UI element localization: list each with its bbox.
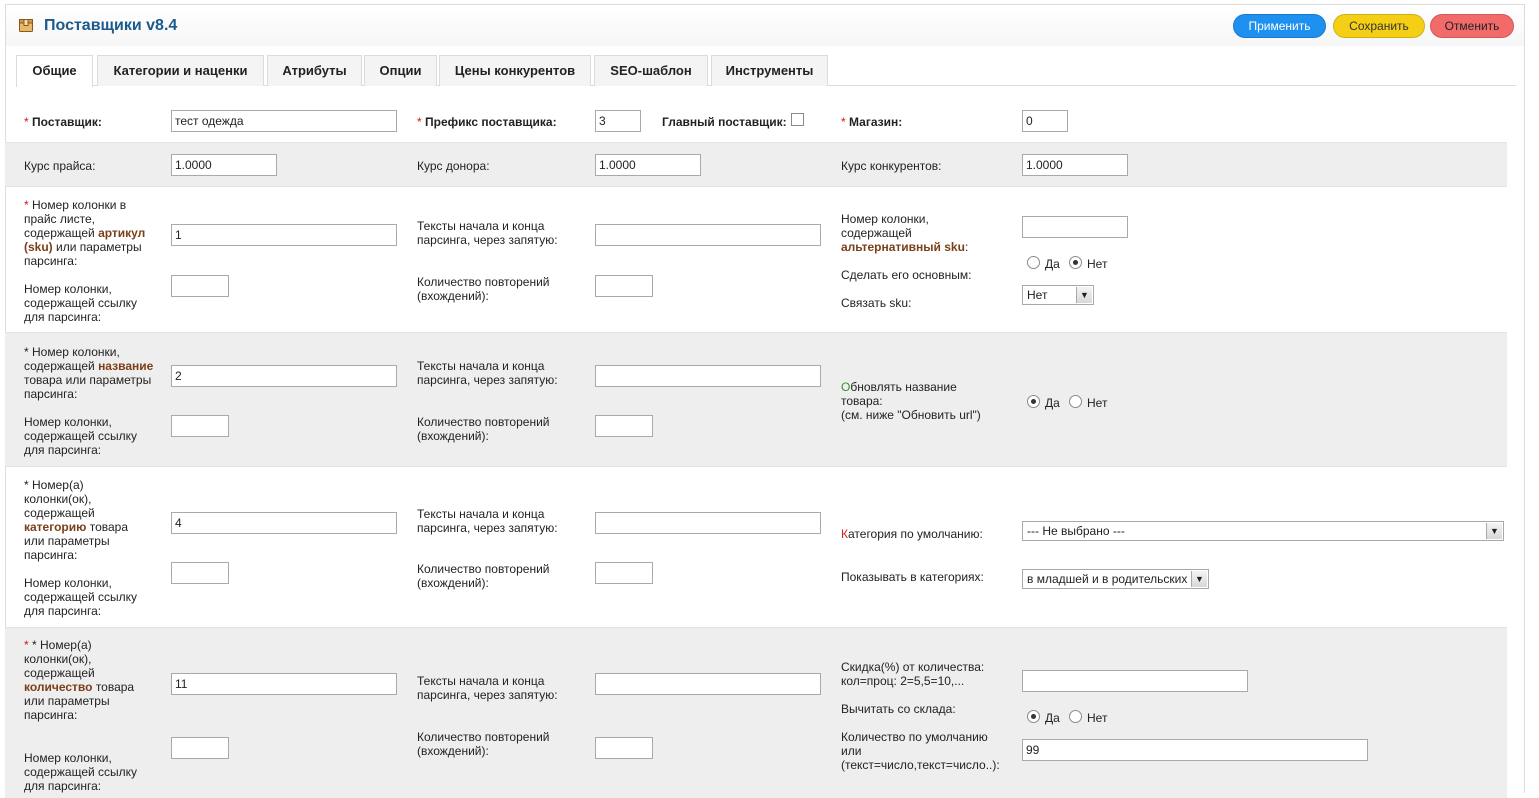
supplier-prefix-label: * Префикс поставщика: — [417, 115, 557, 129]
quantity-column-input[interactable] — [171, 673, 397, 695]
tab-categories-markups[interactable]: Категории и наценки — [97, 55, 264, 86]
alt-sku-column-label: Номер колонки, содержащей альтернативный… — [841, 212, 969, 254]
quantity-repeat-count-input[interactable] — [595, 737, 653, 759]
subtract-stock-no-label: Нет — [1087, 711, 1108, 725]
name-repeat-count-input[interactable] — [595, 415, 653, 437]
sku-parse-texts-input[interactable] — [595, 224, 821, 246]
quantity-parse-texts-input[interactable] — [595, 673, 821, 695]
name-parse-texts-input[interactable] — [595, 365, 821, 387]
price-rate-label: Курс прайса: — [24, 159, 96, 173]
supplier-label: * Поставщик: — [24, 115, 102, 129]
subtract-stock-label: Вычитать со склада: — [841, 702, 956, 716]
page-header: Поставщики v8.4 Применить Сохранить Отме… — [5, 4, 1525, 46]
form-row-supplier: * Поставщик: * Префикс поставщика: Главн… — [5, 97, 1507, 143]
donor-rate-input[interactable] — [595, 154, 701, 176]
default-category-select[interactable]: --- Не выбрано --- ▼ — [1022, 521, 1504, 541]
chevron-down-icon: ▼ — [1191, 571, 1207, 587]
tab-seo-template[interactable]: SEO-шаблон — [594, 55, 708, 86]
quantity-parse-texts-label: Тексты начала и конца парсинга, через за… — [417, 674, 558, 702]
default-category-label: Категория по умолчанию: — [841, 527, 983, 541]
sku-repeat-count-input[interactable] — [595, 275, 653, 297]
link-sku-label: Связать sku: — [841, 296, 912, 310]
update-name-yes-radio[interactable] — [1027, 395, 1040, 408]
alt-sku-column-input[interactable] — [1022, 216, 1128, 238]
tab-bar: Общие Категории и наценки Атрибуты Опции… — [16, 55, 1516, 87]
default-quantity-input[interactable] — [1022, 739, 1368, 761]
quantity-discount-input[interactable] — [1022, 670, 1248, 692]
sku-parse-texts-label: Тексты начала и конца парсинга, через за… — [417, 219, 558, 247]
category-parse-texts-input[interactable] — [595, 512, 821, 534]
update-name-no-label: Нет — [1087, 396, 1108, 410]
name-repeat-count-label: Количество повторений (вхождений): — [417, 415, 550, 443]
quantity-link-column-label: Номер колонки, содержащей ссылку для пар… — [24, 751, 138, 793]
tab-options[interactable]: Опции — [364, 55, 437, 86]
box-icon — [19, 19, 33, 32]
subtract-stock-no-radio[interactable] — [1069, 710, 1082, 723]
quantity-link-column-input[interactable] — [171, 737, 229, 759]
category-column-input[interactable] — [171, 512, 397, 534]
sku-column-label: * Номер колонки в прайс листе, содержаще… — [24, 198, 146, 268]
make-main-sku-label: Сделать его основным: — [841, 268, 972, 282]
name-link-column-label: Номер колонки, содержащей ссылку для пар… — [24, 415, 138, 457]
tab-general[interactable]: Общие — [16, 55, 93, 87]
tab-attributes[interactable]: Атрибуты — [267, 55, 362, 86]
form-row-name: * Номер колонки, содержащей название тов… — [5, 333, 1507, 467]
name-parse-texts-label: Тексты начала и конца парсинга, через за… — [417, 359, 558, 387]
sku-link-column-label: Номер колонки, содержащей ссылку для пар… — [24, 282, 138, 324]
update-name-label: Обновлять название товара: (см. ниже "Обн… — [841, 380, 981, 422]
name-column-label: * Номер колонки, содержащей название тов… — [24, 345, 154, 401]
chevron-down-icon: ▼ — [1486, 523, 1502, 539]
show-in-categories-label: Показывать в категориях: — [841, 570, 984, 584]
quantity-repeat-count-label: Количество повторений (вхождений): — [417, 730, 550, 758]
show-in-categories-select[interactable]: в младшей и в родительских ▼ — [1022, 569, 1209, 589]
tab-competitor-prices[interactable]: Цены конкурентов — [439, 55, 591, 86]
category-repeat-count-label: Количество повторений (вхождений): — [417, 562, 550, 590]
name-column-input[interactable] — [171, 365, 397, 387]
category-column-label: * Номер(а) колонки(ок), содержащей катег… — [24, 478, 128, 562]
category-repeat-count-input[interactable] — [595, 562, 653, 584]
donor-rate-label: Курс донора: — [417, 159, 490, 173]
cancel-button[interactable]: Отменить — [1430, 14, 1514, 38]
default-quantity-label: Количество по умолчанию или (текст=число… — [841, 730, 1000, 772]
chevron-down-icon: ▼ — [1076, 287, 1092, 303]
sku-link-column-input[interactable] — [171, 275, 229, 297]
make-main-sku-yes-radio[interactable] — [1027, 256, 1040, 269]
main-supplier-label: Главный поставщик: — [662, 115, 787, 129]
update-name-no-radio[interactable] — [1069, 395, 1082, 408]
make-main-sku-no-label: Нет — [1087, 257, 1108, 271]
apply-button[interactable]: Применить — [1233, 14, 1326, 38]
save-button[interactable]: Сохранить — [1333, 14, 1425, 38]
main-supplier-checkbox[interactable] — [791, 113, 804, 126]
category-link-column-input[interactable] — [171, 562, 229, 584]
form-row-category: * Номер(а) колонки(ок), содержащей катег… — [5, 467, 1507, 628]
subtract-stock-yes-label: Да — [1045, 711, 1060, 725]
category-link-column-label: Номер колонки, содержащей ссылку для пар… — [24, 576, 138, 618]
price-rate-input[interactable] — [171, 154, 277, 176]
supplier-input[interactable] — [171, 110, 397, 132]
quantity-column-label: * * Номер(а) колонки(ок), содержащей кол… — [24, 638, 135, 722]
form-row-quantity: * * Номер(а) колонки(ок), содержащей кол… — [5, 628, 1507, 798]
competitor-rate-label: Курс конкурентов: — [841, 159, 942, 173]
sku-column-input[interactable] — [171, 224, 397, 246]
update-name-yes-label: Да — [1045, 396, 1060, 410]
subtract-stock-yes-radio[interactable] — [1027, 710, 1040, 723]
sku-repeat-count-label: Количество повторений (вхождений): — [417, 275, 550, 303]
tab-tools[interactable]: Инструменты — [711, 55, 828, 86]
name-link-column-input[interactable] — [171, 415, 229, 437]
page-title: Поставщики v8.4 — [44, 17, 178, 34]
category-parse-texts-label: Тексты начала и конца парсинга, через за… — [417, 507, 558, 535]
form-row-sku: * Номер колонки в прайс листе, содержаще… — [5, 187, 1507, 333]
link-sku-select[interactable]: Нет ▼ — [1022, 285, 1094, 305]
form-row-rates: Курс прайса: Курс донора: Курс конкурент… — [5, 143, 1507, 187]
supplier-prefix-input[interactable] — [595, 110, 641, 132]
competitor-rate-input[interactable] — [1022, 154, 1128, 176]
quantity-discount-label: Скидка(%) от количества: кол=проц: 2=5,5… — [841, 660, 985, 688]
supplier-editor-page: Поставщики v8.4 Применить Сохранить Отме… — [5, 0, 1525, 798]
make-main-sku-no-radio[interactable] — [1069, 256, 1082, 269]
store-input[interactable] — [1022, 110, 1068, 132]
store-label: * Магазин: — [841, 115, 903, 129]
make-main-sku-yes-label: Да — [1045, 257, 1060, 271]
